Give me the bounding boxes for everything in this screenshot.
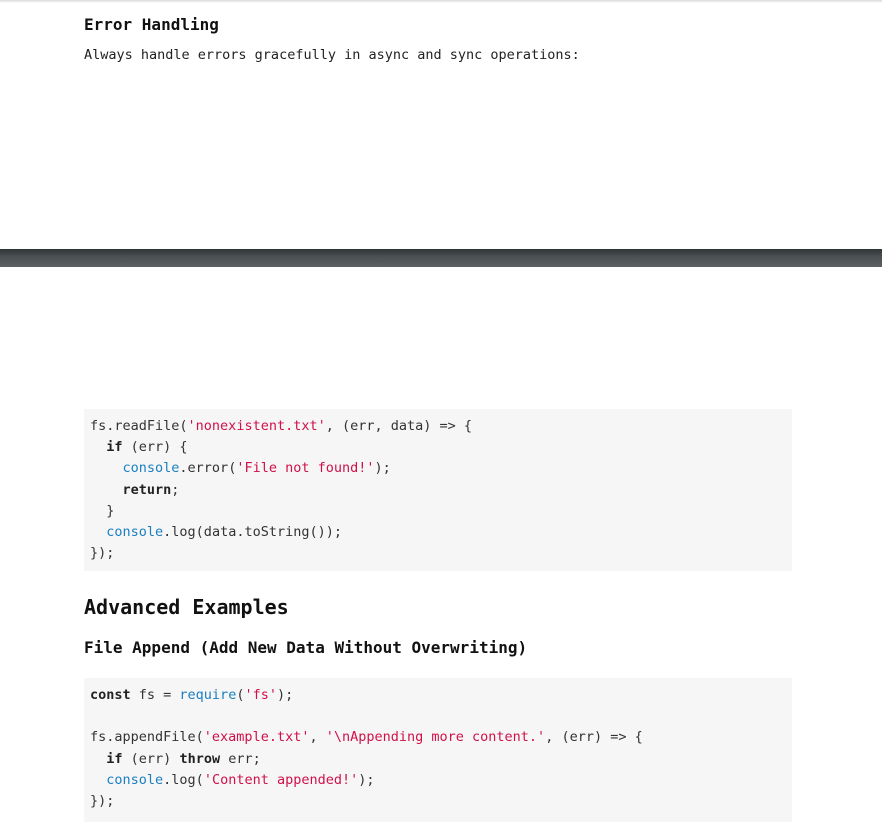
code-token: .log(data.toString()); bbox=[163, 523, 342, 540]
code-token: ); bbox=[358, 771, 375, 788]
code-token: if bbox=[106, 439, 123, 456]
code-line: console.error('File not found!'); bbox=[90, 458, 792, 479]
code-token: return bbox=[122, 481, 172, 498]
page-break-divider bbox=[0, 249, 882, 267]
code-line: console.log('Content appended!'); bbox=[90, 770, 792, 791]
code-token: .log( bbox=[163, 771, 204, 788]
code-line: if (err) throw err; bbox=[90, 749, 792, 770]
code-token: , (err, data) => { bbox=[325, 418, 473, 434]
code-token: 'File not found!' bbox=[236, 460, 375, 477]
code-token: .error( bbox=[179, 460, 237, 477]
code-token: throw bbox=[179, 750, 221, 767]
code-token: ); bbox=[276, 687, 294, 703]
code-token: ; bbox=[171, 481, 180, 498]
code-line: fs.appendFile('example.txt', '\nAppendin… bbox=[90, 727, 792, 748]
code-token: } bbox=[90, 502, 115, 519]
code-token: 'nonexistent.txt' bbox=[187, 418, 326, 434]
code-token: console bbox=[122, 460, 180, 477]
top-edge-shadow bbox=[0, 0, 882, 3]
heading-file-append: File Append (Add New Data Without Overwr… bbox=[84, 638, 528, 657]
code-token: '\nAppending more content.' bbox=[325, 729, 546, 746]
code-token: 'Content appended!' bbox=[203, 771, 359, 788]
code-token: require bbox=[179, 687, 237, 703]
code-token: , bbox=[309, 729, 326, 746]
code-line: } bbox=[90, 501, 792, 522]
code-token: }); bbox=[90, 545, 115, 562]
heading-advanced-examples: Advanced Examples bbox=[84, 595, 289, 619]
heading-error-handling: Error Handling bbox=[84, 15, 219, 34]
code-token: fs = bbox=[130, 687, 180, 703]
code-token: err; bbox=[220, 750, 261, 767]
code-block-file-append[interactable]: const fs = require('fs'); fs.appendFile('… bbox=[84, 678, 792, 822]
error-handling-intro: Always handle errors gracefully in async… bbox=[84, 47, 580, 63]
code-token: fs.readFile( bbox=[90, 418, 188, 434]
code-token: (err) bbox=[122, 750, 180, 767]
code-token: console bbox=[106, 523, 164, 540]
code-line: if (err) { bbox=[90, 437, 792, 458]
code-token: 'example.txt' bbox=[203, 729, 310, 746]
code-line: fs.readFile('nonexistent.txt', (err, dat… bbox=[90, 416, 792, 437]
code-token: }); bbox=[90, 792, 115, 809]
code-line: }); bbox=[90, 791, 792, 812]
code-token: const bbox=[90, 687, 131, 703]
code-token: (err) { bbox=[122, 439, 188, 456]
code-block-error-handling[interactable]: fs.readFile('nonexistent.txt', (err, dat… bbox=[84, 409, 792, 571]
code-line: console.log(data.toString()); bbox=[90, 522, 792, 543]
code-token: 'fs' bbox=[244, 687, 277, 703]
code-token: fs.appendFile( bbox=[90, 729, 204, 746]
code-token: if bbox=[106, 750, 123, 767]
code-token: , (err) => { bbox=[545, 729, 643, 746]
code-token: console bbox=[106, 771, 164, 788]
code-token: ); bbox=[374, 460, 391, 477]
code-line: }); bbox=[90, 543, 792, 564]
code-line: return; bbox=[90, 480, 792, 501]
code-line: const fs = require('fs'); bbox=[90, 685, 792, 706]
